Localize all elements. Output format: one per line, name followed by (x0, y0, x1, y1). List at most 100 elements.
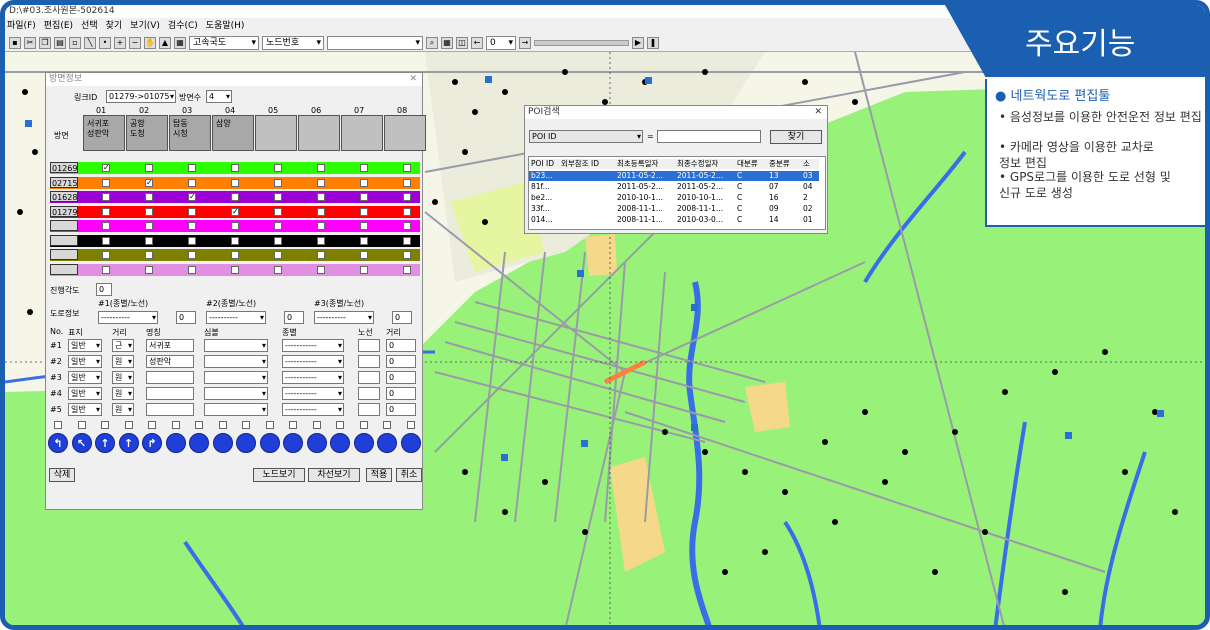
symbol-circle[interactable]: ↑ (95, 433, 115, 453)
sign-category-select[interactable]: ----------- (282, 339, 344, 352)
symbol-checkbox[interactable] (77, 421, 86, 429)
sign-type-select[interactable]: 일반 (68, 387, 102, 400)
play-icon[interactable]: ▶ (632, 36, 644, 49)
link-checkbox[interactable] (403, 265, 411, 274)
grid-icon[interactable]: ▦ (174, 36, 186, 49)
symbol-circle[interactable] (212, 433, 233, 453)
sign-distance-select[interactable]: 원 (112, 355, 134, 368)
road-number-input[interactable]: 0 (392, 311, 412, 324)
direction-button[interactable]: 공항 도청 (126, 115, 168, 151)
direction-button[interactable]: 서귀포 성판악 (83, 115, 125, 151)
symbol-circle[interactable] (259, 433, 280, 453)
sign-route-input[interactable] (358, 355, 380, 368)
link-checkbox[interactable] (317, 207, 325, 216)
link-checkbox[interactable] (102, 222, 110, 230)
link-checkbox[interactable] (231, 178, 239, 187)
symbol-checkbox[interactable] (265, 421, 274, 429)
sign-name-input[interactable] (146, 403, 194, 416)
link-checkbox[interactable] (403, 207, 411, 216)
symbol-circle[interactable] (165, 433, 186, 453)
sign-distance-select[interactable]: 근 (112, 339, 134, 352)
link-checkbox[interactable] (188, 236, 196, 245)
link-checkbox[interactable] (317, 222, 325, 230)
link-checkbox[interactable] (102, 178, 110, 187)
link-checkbox[interactable] (274, 178, 282, 187)
node-mode-select[interactable]: 노드번호 (262, 35, 324, 50)
sign-type-select[interactable]: 일반 (68, 339, 102, 352)
link-checkbox[interactable] (231, 164, 239, 172)
link-checkbox[interactable] (231, 236, 239, 245)
link-checkbox[interactable]: ✓ (231, 207, 239, 216)
symbol-checkbox[interactable] (148, 421, 156, 429)
symbol-circle[interactable] (236, 433, 256, 453)
link-checkbox[interactable] (403, 164, 411, 172)
link-checkbox[interactable] (403, 193, 411, 201)
sign-distance-input[interactable]: 0 (386, 387, 416, 400)
link-checkbox[interactable] (188, 251, 196, 259)
link-checkbox[interactable] (317, 178, 325, 187)
sign-distance-input[interactable]: 0 (386, 403, 416, 416)
link-checkbox[interactable] (360, 178, 368, 187)
link-checkbox[interactable] (102, 207, 110, 216)
road-type-select[interactable]: ---------- (314, 311, 374, 324)
symbol-checkbox[interactable] (406, 421, 415, 429)
link-checkbox[interactable] (231, 251, 239, 259)
symbol-circle[interactable] (353, 433, 374, 453)
direction-button[interactable] (298, 115, 340, 151)
symbol-checkbox[interactable] (359, 421, 368, 429)
search-combo[interactable] (327, 35, 423, 50)
symbol-checkbox[interactable] (124, 421, 133, 429)
sign-name-input[interactable] (146, 371, 194, 384)
poi-search-button[interactable]: 찾기 (770, 130, 822, 144)
symbol-circle[interactable]: ↑ (118, 433, 139, 453)
link-checkbox[interactable] (317, 236, 325, 245)
sign-category-select[interactable]: ----------- (282, 355, 344, 368)
road-number-input[interactable]: 0 (176, 311, 196, 324)
link-checkbox[interactable] (274, 193, 282, 201)
link-checkbox[interactable] (145, 251, 153, 259)
node-icon[interactable]: • (99, 36, 111, 49)
direction-button[interactable]: 탑동 시청 (169, 115, 211, 151)
link-checkbox[interactable] (145, 265, 153, 274)
sign-distance-select[interactable]: 원 (112, 371, 134, 384)
direction-button[interactable] (255, 115, 297, 151)
direction-button[interactable]: 삼양 (212, 115, 254, 151)
paste-icon[interactable]: ▤ (54, 36, 66, 49)
angle-input[interactable]: 0 (96, 283, 112, 296)
sign-category-select[interactable]: ----------- (282, 403, 344, 416)
link-checkbox[interactable] (274, 236, 282, 245)
menu-item[interactable]: 보기(V) (130, 18, 160, 34)
symbol-circle[interactable] (306, 433, 327, 453)
link-checkbox[interactable] (274, 222, 282, 230)
link-checkbox[interactable] (145, 236, 153, 245)
link-checkbox[interactable] (360, 207, 368, 216)
symbol-checkbox[interactable] (289, 421, 297, 429)
sign-route-input[interactable] (358, 403, 380, 416)
select-icon[interactable]: ▫ (69, 36, 81, 49)
poi-result-row[interactable]: 81f... 2011-05-2... 2011-05-2... C 07 04 (529, 182, 819, 192)
delete-button[interactable]: 삭제 (49, 468, 75, 482)
road-type-select[interactable]: ---------- (98, 311, 158, 324)
back-icon[interactable]: ← (471, 36, 483, 49)
menu-item[interactable]: 검수(C) (168, 18, 198, 34)
symbol-checkbox[interactable] (171, 421, 180, 429)
road-type-select[interactable]: 고속국도 (189, 35, 259, 50)
link-checkbox[interactable] (274, 164, 282, 172)
sign-type-select[interactable]: 일반 (68, 403, 102, 416)
symbol-circle[interactable] (283, 433, 303, 453)
link-checkbox[interactable] (188, 265, 196, 274)
sign-type-select[interactable]: 일반 (68, 355, 102, 368)
link-checkbox[interactable] (102, 265, 110, 274)
link-checkbox[interactable] (360, 236, 368, 245)
sign-distance-select[interactable]: 원 (112, 403, 134, 416)
poi-result-row[interactable]: 33f... 2008-11-1... 2008-11-1... C 09 02 (529, 204, 819, 214)
link-checkbox[interactable] (188, 164, 196, 172)
sign-symbol-select[interactable] (204, 387, 268, 400)
sign-distance-select[interactable]: 원 (112, 387, 134, 400)
link-checkbox[interactable] (403, 251, 411, 259)
sign-category-select[interactable]: ----------- (282, 387, 344, 400)
link-checkbox[interactable] (360, 222, 368, 230)
road-number-input[interactable]: 0 (284, 311, 304, 324)
link-checkbox[interactable] (188, 207, 196, 216)
close-icon[interactable]: ✕ (409, 73, 417, 86)
